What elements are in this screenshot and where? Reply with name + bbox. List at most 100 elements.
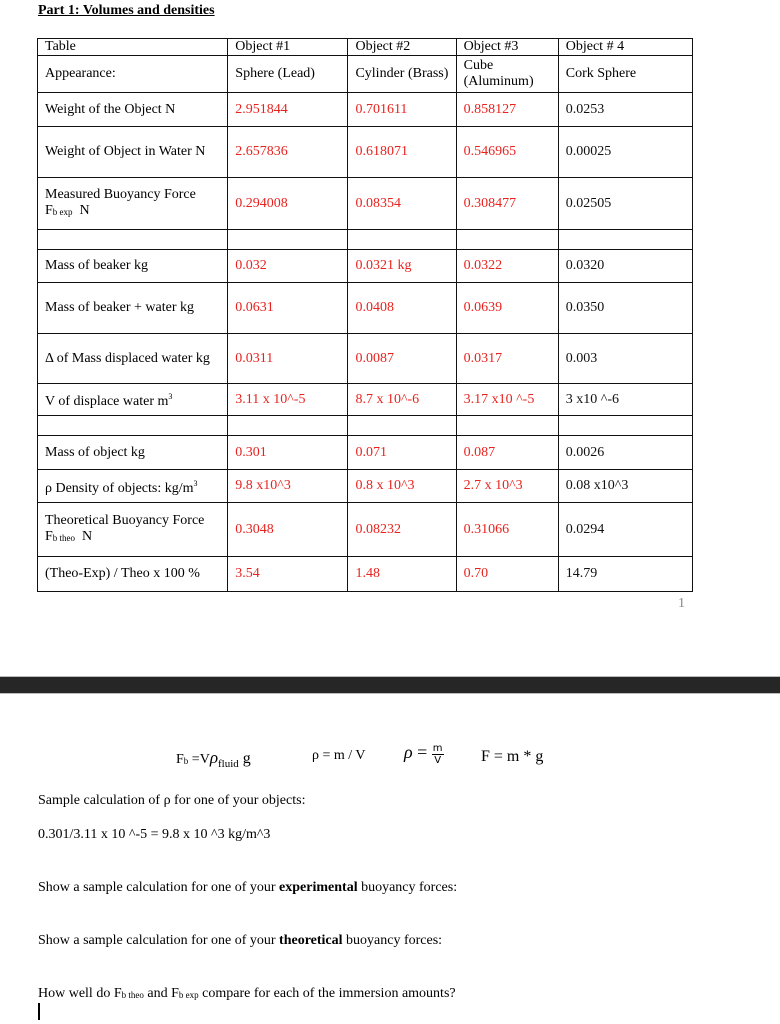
formula-fraction: mV xyxy=(431,743,444,766)
row-label-text: Measured Buoyancy Force xyxy=(45,187,196,202)
value-cell[interactable]: 0.0350 xyxy=(557,282,694,334)
value-cell[interactable]: 0.0320 xyxy=(557,249,694,283)
appearance-cell[interactable]: Sphere (Lead) xyxy=(227,55,349,93)
value-cell[interactable]: 0.0322 xyxy=(455,249,559,283)
empty-cell[interactable] xyxy=(347,415,457,436)
table-row-appearance: Appearance: Sphere (Lead) Cylinder (Bras… xyxy=(36,55,694,93)
value-cell[interactable]: 0.701611 xyxy=(347,92,457,127)
value-cell[interactable]: 0.0408 xyxy=(347,282,457,334)
prompt-bold: experimental xyxy=(279,880,358,895)
value-cell[interactable]: 3 x10 ^-6 xyxy=(557,383,694,416)
value-cell[interactable]: 9.8 x10^3 xyxy=(227,469,349,503)
appearance-cell[interactable]: Cube (Aluminum) xyxy=(455,55,559,93)
value-cell[interactable]: 0.087 xyxy=(455,435,559,470)
page-title: Part 1: Volumes and densities xyxy=(38,3,215,18)
row-label: Measured Buoyancy Force Fb exp N xyxy=(36,177,229,230)
text-cursor[interactable] xyxy=(38,1003,40,1020)
prompt-text: Show a sample calculation for one of you… xyxy=(38,880,280,895)
value-cell[interactable]: 0.0631 xyxy=(227,282,349,334)
value-cell[interactable]: 0.0317 xyxy=(455,333,559,384)
formula-text: = xyxy=(412,742,432,762)
value-cell[interactable]: 0.546965 xyxy=(455,126,559,178)
table-row: Weight of Object in Water N 2.657836 0.6… xyxy=(36,126,694,178)
empty-cell[interactable] xyxy=(557,415,694,436)
value-cell[interactable]: 0.0639 xyxy=(455,282,559,334)
superscript: 3 xyxy=(168,392,173,401)
value-cell[interactable]: 0.071 xyxy=(347,435,457,470)
value-cell[interactable]: 0.8 x 10^3 xyxy=(347,469,457,503)
formula-density-fraction: ρ = mV xyxy=(404,742,444,766)
prompt-text: compare for each of the immersion amount… xyxy=(198,986,456,1001)
unit: N xyxy=(82,529,93,544)
value-cell[interactable]: 0.70 xyxy=(455,556,559,592)
empty-cell[interactable] xyxy=(347,229,457,250)
formula-subscript: fluid xyxy=(217,757,239,770)
value-cell[interactable]: 8.7 x 10^-6 xyxy=(347,383,457,416)
row-label: V of displace water m3 xyxy=(36,383,229,416)
row-label: ρ Density of objects: kg/m3 xyxy=(36,469,229,503)
value-cell[interactable]: 0.08354 xyxy=(347,177,457,230)
value-cell[interactable]: 0.032 xyxy=(227,249,349,283)
value-cell[interactable]: 0.08 x10^3 xyxy=(557,469,694,503)
value-cell[interactable]: 3.11 x 10^-5 xyxy=(227,383,349,416)
row-label-text: ρ Density of objects: kg/m xyxy=(45,480,194,496)
value-cell[interactable]: 1.48 xyxy=(347,556,457,592)
formula-text: =V xyxy=(188,752,210,767)
table-row: Measured Buoyancy Force Fb exp N 0.29400… xyxy=(36,177,694,230)
value-cell[interactable]: 0.294008 xyxy=(227,177,349,230)
value-cell[interactable]: 0.31066 xyxy=(455,502,559,557)
subscript: b exp xyxy=(178,990,199,1000)
value-cell[interactable]: 0.0026 xyxy=(557,435,694,470)
sample-density-label: Sample calculation of ρ for one of your … xyxy=(38,793,306,808)
value-cell[interactable]: 0.00025 xyxy=(557,126,694,178)
subscript: b exp xyxy=(52,207,73,217)
symbol: F xyxy=(171,986,179,1001)
empty-cell[interactable] xyxy=(227,415,349,436)
table-row: ρ Density of objects: kg/m3 9.8 x10^3 0.… xyxy=(36,469,694,503)
appearance-cell[interactable]: Cylinder (Brass) xyxy=(347,55,457,93)
row-label-text: Theoretical Buoyancy Force xyxy=(45,513,205,528)
formula-density: ρ = m / V xyxy=(312,748,366,763)
empty-cell[interactable] xyxy=(455,415,559,436)
value-cell[interactable]: 2.657836 xyxy=(227,126,349,178)
value-cell[interactable]: 3.54 xyxy=(227,556,349,592)
row-label: Mass of beaker + water kg xyxy=(36,282,229,334)
value-cell[interactable]: 0.858127 xyxy=(455,92,559,127)
value-cell[interactable]: 0.0253 xyxy=(557,92,694,127)
row-label: Weight of the Object N xyxy=(36,92,229,127)
value-cell[interactable]: 3.17 x10 ^-5 xyxy=(455,383,559,416)
table-row: Mass of beaker kg 0.032 0.0321 kg 0.0322… xyxy=(36,249,694,283)
value-cell[interactable]: 14.79 xyxy=(557,556,694,592)
row-label-text: V of displace water m xyxy=(45,394,169,409)
empty-cell[interactable] xyxy=(227,229,349,250)
empty-cell[interactable] xyxy=(455,229,559,250)
prompt-text: buoyancy forces: xyxy=(357,880,458,895)
value-cell[interactable]: 0.02505 xyxy=(557,177,694,230)
value-cell[interactable]: 0.301 xyxy=(227,435,349,470)
formula-rho: ρ xyxy=(404,742,413,762)
sample-density-calculation[interactable]: 0.301/3.11 x 10 ^-5 = 9.8 x 10 ^3 kg/m^3 xyxy=(38,827,270,843)
header-cell: Table xyxy=(36,38,229,56)
value-cell[interactable]: 0.08232 xyxy=(347,502,457,557)
value-cell[interactable]: 2.951844 xyxy=(227,92,349,127)
value-cell[interactable]: 0.3048 xyxy=(227,502,349,557)
value-cell[interactable]: 0.0321 kg xyxy=(347,249,457,283)
data-table: Table Object #1 Object #2 Object #3 Obje… xyxy=(36,38,694,592)
value-cell[interactable]: 0.0087 xyxy=(347,333,457,384)
value-cell[interactable]: 0.0294 xyxy=(557,502,694,557)
value-cell[interactable]: 2.7 x 10^3 xyxy=(455,469,559,503)
table-row: Theoretical Buoyancy Force Fb theo N 0.3… xyxy=(36,502,694,557)
table-row-empty xyxy=(36,415,694,436)
superscript: 3 xyxy=(193,478,198,488)
value-cell[interactable]: 0.0311 xyxy=(227,333,349,384)
value-cell[interactable]: 0.308477 xyxy=(455,177,559,230)
subscript: b theo xyxy=(52,533,76,543)
empty-cell xyxy=(36,229,229,250)
appearance-cell[interactable]: Cork Sphere xyxy=(557,55,694,93)
value-cell[interactable]: 0.618071 xyxy=(347,126,457,178)
formula-text: g xyxy=(238,750,251,767)
header-cell: Object # 4 xyxy=(557,38,694,56)
value-cell[interactable]: 0.003 xyxy=(557,333,694,384)
table-row: Mass of beaker + water kg 0.0631 0.0408 … xyxy=(36,282,694,334)
empty-cell[interactable] xyxy=(557,229,694,250)
